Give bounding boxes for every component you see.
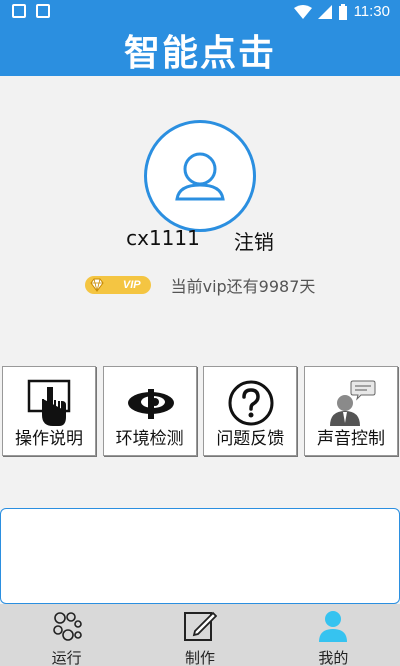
user-icon (175, 152, 225, 201)
hand-tap-icon (27, 379, 71, 426)
signal-icon (317, 4, 332, 19)
nav-run[interactable]: 运行 (0, 604, 133, 666)
vip-badge-label: VIP (122, 279, 141, 291)
feature-tiles: 操作说明 环境检测 问题反馈 声音控制 (0, 366, 400, 458)
wifi-icon (293, 4, 312, 19)
profile-section: cx1111 注销 VIP 当前vip还有9987天 (0, 76, 400, 346)
battery-icon (338, 3, 347, 20)
detect-logo-icon (127, 389, 174, 419)
tile-label: 操作说明 (15, 429, 83, 449)
voice-person-icon (329, 380, 376, 426)
image-notification-icon (36, 4, 50, 18)
question-icon (228, 380, 274, 426)
clock: 11:30 (353, 3, 390, 20)
vip-status-text: 当前vip还有9987天 (170, 277, 316, 296)
logout-button[interactable]: 注销 (234, 226, 274, 255)
nav-label: 我的 (318, 649, 349, 666)
tile-label: 环境检测 (115, 429, 184, 449)
tile-environment-check[interactable]: 环境检测 (102, 366, 197, 456)
nav-label: 制作 (184, 649, 215, 666)
tile-feedback[interactable]: 问题反馈 (203, 366, 298, 456)
diamond-icon (89, 278, 104, 292)
app-header: 智能点击 (0, 24, 400, 76)
tile-sound-control[interactable]: 声音控制 (303, 366, 398, 456)
nav-mine[interactable]: 我的 (267, 604, 400, 666)
tile-label: 声音控制 (316, 429, 385, 449)
app-title: 智能点击 (123, 33, 276, 74)
vip-badge: VIP (84, 276, 151, 294)
nav-label: 运行 (51, 649, 82, 666)
person-icon (319, 611, 348, 642)
nav-create[interactable]: 制作 (133, 604, 266, 666)
bubbles-icon (52, 612, 82, 641)
tile-instructions[interactable]: 操作说明 (2, 366, 96, 456)
notification-icon (12, 4, 26, 18)
username: cx1111 (126, 226, 200, 250)
edit-icon (183, 611, 217, 641)
bottom-nav: 运行 制作 我的 (0, 604, 400, 666)
status-bar: 11:30 (0, 0, 400, 24)
avatar[interactable] (144, 120, 256, 232)
text-area[interactable] (0, 508, 400, 604)
tile-label: 问题反馈 (216, 429, 285, 449)
